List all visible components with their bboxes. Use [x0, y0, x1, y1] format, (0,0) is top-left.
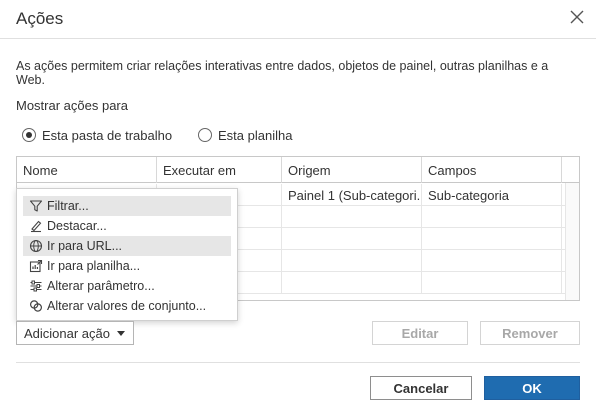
cell-empty [282, 272, 422, 294]
show-actions-label: Mostrar ações para [16, 98, 128, 113]
cell-fields: Sub-categoria [422, 184, 562, 206]
menu-item-label: Alterar valores de conjunto... [47, 299, 207, 313]
radio-this-sheet[interactable]: Esta planilha [198, 127, 292, 143]
go-to-sheet-icon [29, 259, 43, 273]
column-header-name[interactable]: Nome [17, 157, 157, 183]
add-action-button[interactable]: Adicionar ação [16, 321, 134, 345]
column-header-source[interactable]: Origem [282, 157, 422, 183]
radio-label: Esta planilha [218, 127, 293, 143]
add-action-label: Adicionar ação [24, 325, 110, 341]
radio-label: Esta pasta de trabalho [42, 127, 173, 143]
menu-item-go-to-url[interactable]: Ir para URL... [23, 236, 231, 256]
radio-this-workbook[interactable]: Esta pasta de trabalho [22, 127, 172, 143]
table-header: Nome Executar em Origem Campos [17, 157, 579, 183]
dialog-title-bar: Ações [0, 0, 596, 38]
cell-empty [282, 228, 422, 250]
filter-icon [29, 199, 43, 213]
column-header-fields[interactable]: Campos [422, 157, 562, 183]
cell-source: Painel 1 (Sub-categori... [282, 184, 422, 206]
cell-empty [422, 250, 562, 272]
menu-item-highlight[interactable]: Destacar... [23, 216, 231, 236]
close-icon[interactable] [570, 10, 584, 24]
highlighter-icon [29, 219, 43, 233]
menu-item-label: Alterar parâmetro... [47, 279, 155, 293]
sliders-icon [29, 279, 43, 293]
cell-empty [282, 250, 422, 272]
dialog-title: Ações [16, 9, 64, 28]
radio-button[interactable] [198, 128, 212, 142]
menu-item-label: Ir para URL... [47, 239, 123, 253]
cancel-button[interactable]: Cancelar [370, 376, 472, 400]
table-scrollbar[interactable] [565, 183, 579, 300]
globe-icon [29, 239, 43, 253]
edit-button[interactable]: Editar [372, 321, 468, 345]
footer-divider [16, 362, 580, 363]
menu-item-label: Ir para planilha... [47, 259, 141, 273]
title-divider [0, 38, 596, 39]
menu-item-go-to-sheet[interactable]: Ir para planilha... [23, 256, 231, 276]
menu-item-filter[interactable]: Filtrar... [23, 196, 231, 216]
cell-empty [422, 228, 562, 250]
menu-item-change-set-values[interactable]: Alterar valores de conjunto... [23, 296, 231, 316]
column-header-run-on[interactable]: Executar em [157, 157, 282, 183]
caret-down-icon [117, 331, 125, 336]
cell-empty [282, 206, 422, 228]
radio-button-checked[interactable] [22, 128, 36, 142]
dialog-description: As ações permitem criar relações interat… [16, 59, 549, 87]
menu-item-change-parameter[interactable]: Alterar parâmetro... [23, 276, 231, 296]
menu-item-label: Filtrar... [47, 199, 89, 213]
cell-empty [422, 272, 562, 294]
add-action-menu: Filtrar... Destacar... Ir para URL... Ir… [16, 188, 238, 321]
cell-empty [422, 206, 562, 228]
remove-button[interactable]: Remover [480, 321, 580, 345]
ok-button[interactable]: OK [484, 376, 580, 400]
set-values-icon [29, 299, 43, 313]
menu-item-label: Destacar... [47, 219, 107, 233]
